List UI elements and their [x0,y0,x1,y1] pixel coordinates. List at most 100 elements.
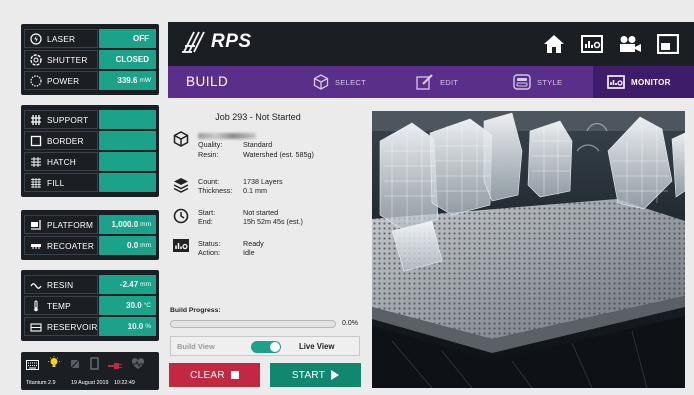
layer-thickness: 0.1 mm [243,186,267,196]
build-progress-label: Build Progress: [170,307,221,314]
job-time-group: Start: Not started End: 15h 52m 45s (est.) [172,208,303,227]
shutter-label: SHUTTER [47,54,88,65]
nav-title: BUILD [186,74,229,89]
power-value: 339.6 mW [99,71,156,90]
status-row-platform: PLATFORM 1,000.0 mm [24,215,156,234]
resin-label: RESIN [47,279,74,290]
build-progress-bar [170,320,336,328]
temp-label: TEMP [47,300,71,311]
app-root: LASER OFF SHUTTER CLOSED POWER 339.6 mW S… [0,0,694,395]
heartbeat-icon[interactable] [131,357,145,375]
shutter-icon [29,53,42,66]
tab-style-label: STYLE [537,77,563,87]
live-camera-view[interactable] [372,111,685,388]
status-row-support[interactable]: SUPPORT [24,110,156,129]
geometry-panel: SUPPORT BORDER HATCH FILL [21,105,159,197]
support-icon [29,113,42,126]
layers-icon [172,177,190,195]
storage-icon[interactable] [90,356,99,375]
action-value: Idle [243,248,255,258]
rps-logo-mark-icon [182,31,205,53]
tab-monitor-label: MONITOR [631,77,671,87]
job-layers-group: Count: 1738 Layers Thickness: 0.1 mm [172,177,283,196]
redacted-job-name [198,133,256,140]
laser-icon [29,32,42,45]
border-label: BORDER [47,135,84,146]
shutter-value: CLOSED [99,50,156,69]
network-icon[interactable] [69,357,81,375]
support-value [99,110,156,129]
camera-feed-image [372,111,685,388]
status-row-resin: RESIN -2.47 mm [24,275,156,294]
status-row-reservoir: RESERVOIR 10.0% [24,317,156,336]
live-view-label[interactable]: Live View [299,342,334,351]
keyboard-icon[interactable] [26,357,39,375]
border-value [99,131,156,150]
support-label: SUPPORT [47,114,89,125]
layer-count: 1738 Layers [243,177,283,186]
quality-value: Standard [243,140,273,150]
platform-icon [29,218,42,231]
end-value: 15h 52m 45s (est.) [243,217,303,227]
start-button[interactable]: START [270,363,361,387]
hatch-label: HATCH [47,156,76,167]
build-view-label[interactable]: Build View [177,342,215,351]
status-row-hatch[interactable]: HATCH [24,152,156,171]
status-value: Ready [243,239,264,248]
status-row-laser: LASER OFF [24,29,156,48]
connection-icon[interactable] [108,357,122,375]
start-value: Not started [243,208,279,217]
camera-icon[interactable] [618,32,642,56]
current-date: 19 August 2019 [70,380,109,386]
window-icon[interactable] [656,32,680,56]
power-dial-icon [29,74,42,87]
build-progress-percent: 0.0% [342,320,358,327]
home-icon[interactable] [542,32,566,56]
status-row-shutter: SHUTTER CLOSED [24,50,156,69]
monitor-icon [607,75,625,89]
status-row-border[interactable]: BORDER [24,131,156,150]
platform-label: PLATFORM [47,219,94,230]
dashboard-icon[interactable] [580,32,604,56]
tab-monitor[interactable]: MONITOR [593,66,694,98]
platform-value: 1,000.0 mm [99,215,156,234]
laser-value: OFF [99,29,156,48]
resin-wave-icon [29,278,42,291]
reservoir-icon [29,320,42,333]
clear-button[interactable]: CLEAR [169,363,260,387]
tab-style[interactable]: STYLE [513,66,562,98]
status-row-fill[interactable]: FILL [24,173,156,192]
recoater-icon [29,239,42,252]
status-row-temp: TEMP 30.0 °C [24,296,156,315]
recoater-label: RECOATER [47,240,95,251]
job-info-panel: Job 293 - Not Started Quality: Standard R… [168,98,364,395]
system-status-bar: Titanium 2.9 19 August 2019 10:22:49 [21,352,159,390]
fill-value [99,173,156,192]
status-monitor-icon [172,239,190,257]
hatch-icon [29,155,42,168]
edit-icon [416,74,434,90]
border-icon [29,134,42,147]
light-bulb-icon[interactable] [48,356,60,375]
current-time: 10:22:49 [113,380,135,386]
software-version: Titanium 2.9 [26,380,56,386]
status-row-power: POWER 339.6 mW [24,71,156,90]
style-icon [513,74,531,90]
play-icon [331,370,340,380]
reservoir-label: RESERVOIR [47,321,98,332]
tab-select[interactable]: SELECT [313,66,366,98]
tab-edit[interactable]: EDIT [416,66,458,98]
tab-select-label: SELECT [335,77,366,87]
thermometer-icon [29,299,42,312]
hardware-panel: LASER OFF SHUTTER CLOSED POWER 339.6 mW [21,24,159,95]
job-material-group: Quality: Standard Resin: Watershed (est. 5… [172,131,314,159]
power-label: POWER [47,75,80,86]
rps-logo: RPS [180,30,252,54]
toggle-knob [270,342,280,352]
fill-icon [29,176,42,189]
logo-text: RPS [211,31,252,52]
temp-value: 30.0 °C [99,296,156,315]
resin-value: -2.47 mm [99,275,156,294]
view-toggle-switch[interactable] [251,341,281,353]
build-nav-bar: BUILD SELECT EDIT STYLE MONITOR [168,66,694,98]
